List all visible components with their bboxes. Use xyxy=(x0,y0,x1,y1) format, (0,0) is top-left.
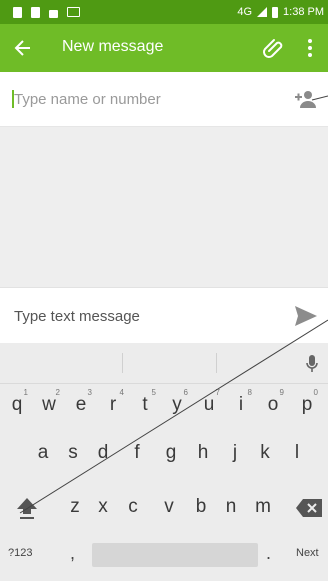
app-bar: New message xyxy=(0,24,328,72)
conversation-area xyxy=(0,127,328,287)
paperclip-icon[interactable] xyxy=(262,36,286,60)
suggestion-strip xyxy=(0,343,328,384)
key-x[interactable]: x xyxy=(88,485,118,529)
key-b[interactable]: b xyxy=(186,485,216,529)
key-u[interactable]: u7 xyxy=(194,383,224,427)
recipient-row xyxy=(0,72,328,127)
keyboard: q1 w2 e3 r4 t5 y6 u7 i8 o9 p0 a s d f g … xyxy=(0,343,328,581)
more-vert-icon[interactable] xyxy=(300,36,320,60)
page-title: New message xyxy=(62,38,164,55)
status-bar: 4G 1:38 PM xyxy=(0,0,328,24)
key-v[interactable]: v xyxy=(154,485,184,529)
key-n[interactable]: n xyxy=(216,485,246,529)
clock: 1:38 PM xyxy=(283,6,324,18)
key-y[interactable]: y6 xyxy=(162,383,192,427)
key-d[interactable]: d xyxy=(88,431,118,475)
key-e[interactable]: e3 xyxy=(66,383,96,427)
add-contact-icon[interactable] xyxy=(294,90,318,108)
comma-key[interactable]: , xyxy=(70,543,75,564)
key-j[interactable]: j xyxy=(220,431,250,475)
key-k[interactable]: k xyxy=(250,431,280,475)
key-s[interactable]: s xyxy=(58,431,88,475)
back-arrow-icon[interactable] xyxy=(14,36,32,66)
backspace-icon[interactable] xyxy=(296,499,322,517)
key-w[interactable]: w2 xyxy=(34,383,64,427)
image-icon xyxy=(67,7,80,17)
key-m[interactable]: m xyxy=(248,485,278,529)
key-r[interactable]: r4 xyxy=(98,383,128,427)
recipient-input[interactable] xyxy=(14,72,274,126)
key-row-1: q1 w2 e3 r4 t5 y6 u7 i8 o9 p0 xyxy=(0,383,328,427)
signal-icon xyxy=(257,7,268,17)
key-row-3: z x c v b n m xyxy=(0,485,328,529)
symbols-key[interactable]: ?123 xyxy=(8,547,32,559)
key-p[interactable]: p0 xyxy=(292,383,322,427)
key-t[interactable]: t5 xyxy=(130,383,160,427)
sd-card-icon xyxy=(31,6,40,18)
shift-icon[interactable] xyxy=(16,497,38,521)
battery-icon xyxy=(272,6,279,18)
key-l[interactable]: l xyxy=(282,431,312,475)
message-input[interactable] xyxy=(14,288,274,344)
period-key[interactable]: . xyxy=(266,543,271,564)
compose-row xyxy=(0,287,328,344)
key-z[interactable]: z xyxy=(60,485,90,529)
key-a[interactable]: a xyxy=(28,431,58,475)
mic-icon[interactable] xyxy=(306,355,318,373)
key-g[interactable]: g xyxy=(156,431,186,475)
network-type: 4G xyxy=(237,6,253,18)
next-key[interactable]: Next xyxy=(296,547,319,559)
key-row-2: a s d f g h j k l xyxy=(0,431,328,475)
lock-icon xyxy=(49,9,58,18)
send-icon[interactable] xyxy=(294,305,318,327)
space-bar[interactable] xyxy=(92,543,258,567)
key-c[interactable]: c xyxy=(118,485,148,529)
key-i[interactable]: i8 xyxy=(226,383,256,427)
key-f[interactable]: f xyxy=(122,431,152,475)
key-h[interactable]: h xyxy=(188,431,218,475)
sim-icon xyxy=(13,6,22,18)
key-q[interactable]: q1 xyxy=(2,383,32,427)
key-o[interactable]: o9 xyxy=(258,383,288,427)
